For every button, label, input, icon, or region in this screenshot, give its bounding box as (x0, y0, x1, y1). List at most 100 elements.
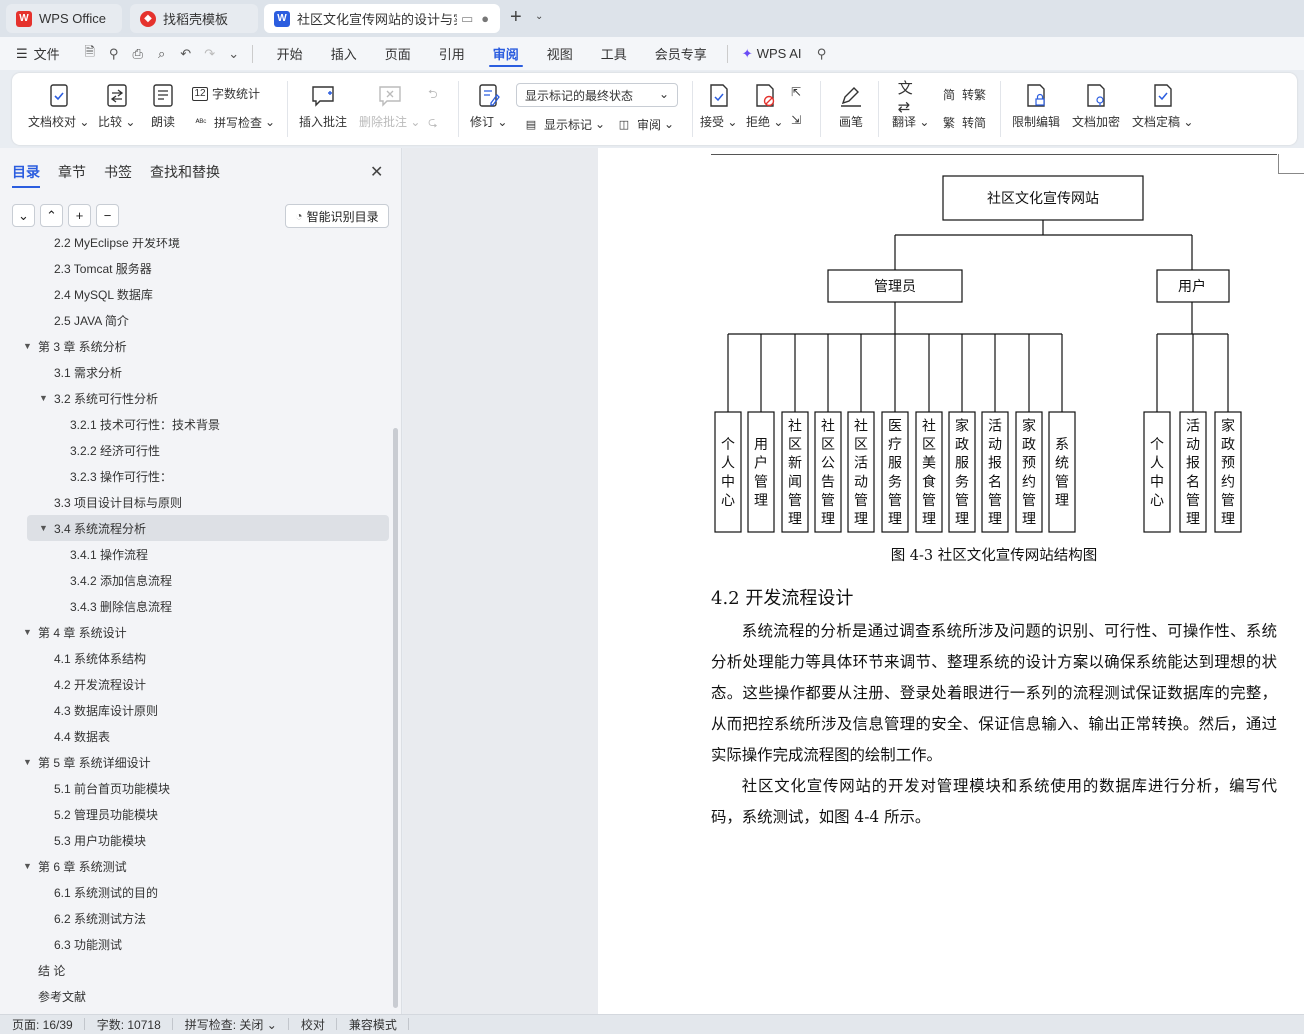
toc-item[interactable]: 3.4.1 操作流程 (70, 543, 148, 565)
toc-item[interactable]: ▼ 第 6 章 系统测试 (23, 855, 127, 877)
toc-item[interactable]: 2.2 MyEclipse 开发环境 (54, 238, 180, 253)
track-changes-button[interactable]: 修订 ⌄ (470, 83, 507, 130)
toc-item[interactable]: ▼ 3.4 系统流程分析 (39, 517, 146, 539)
more-chevron-icon[interactable]: ⌄ (222, 42, 246, 66)
tab-chapters[interactable]: 章节 (58, 162, 86, 182)
tab-toc[interactable]: 目录 (12, 162, 40, 188)
expand-triangle-icon[interactable]: ▼ (23, 861, 32, 871)
toc-item[interactable]: 6.1 系统测试的目的 (54, 881, 158, 903)
expand-triangle-icon[interactable]: ▼ (23, 627, 32, 637)
toc-item[interactable]: 2.5 JAVA 简介 (54, 309, 129, 331)
search-icon[interactable]: ⚲ (810, 42, 834, 66)
finalize-button[interactable]: 文档定稿 ⌄ (1132, 83, 1193, 130)
pen-button[interactable]: 画笔 (838, 83, 864, 130)
toc-scrollbar[interactable] (393, 428, 398, 1008)
expand-triangle-icon[interactable]: ▼ (23, 757, 32, 767)
toc-item[interactable]: 参考文献 (38, 985, 86, 1007)
to-traditional-button[interactable]: 简转繁 (940, 85, 986, 103)
toc-item[interactable]: 4.4 数据表 (54, 725, 110, 747)
prev-comment-icon[interactable]: ⮌ (428, 85, 438, 106)
compare-button[interactable]: 比较 ⌄ (98, 83, 135, 130)
toc-item[interactable]: 结 论 (38, 959, 65, 981)
toc-item[interactable]: 5.3 用户功能模块 (54, 829, 146, 851)
toc-item[interactable]: 3.2.2 经济可行性 (70, 439, 160, 461)
toc-item[interactable]: 4.2 开发流程设计 (54, 673, 146, 695)
menu-start[interactable]: 开始 (263, 37, 317, 70)
word-count-button[interactable]: 12 字数统计 (192, 85, 260, 102)
show-markup-button[interactable]: ▤ 显示标记 ⌄ (522, 115, 605, 133)
markup-state-select[interactable]: 显示标记的最终状态 ⌄ (516, 83, 678, 107)
new-tab-button[interactable]: + (510, 6, 522, 29)
read-aloud-button[interactable]: 朗读 (150, 83, 176, 130)
expand-triangle-icon[interactable]: ▼ (39, 393, 48, 403)
menu-review[interactable]: 审阅 (479, 37, 533, 70)
tab-document[interactable]: W 社区文化宣传网站的设计与实 ▭ ● (264, 4, 500, 33)
toc-item[interactable]: 2.4 MySQL 数据库 (54, 283, 153, 305)
collapse-up-button[interactable]: ⌃ (40, 204, 63, 227)
tab-bookmarks[interactable]: 书签 (104, 162, 132, 182)
delete-comment-button[interactable]: 删除批注 ⌄ (359, 83, 420, 130)
toc-item[interactable]: 4.3 数据库设计原则 (54, 699, 158, 721)
monitor-icon[interactable]: ▭ (461, 11, 473, 27)
toc-item[interactable]: 3.3 项目设计目标与原则 (54, 491, 182, 513)
redo-icon[interactable]: ↷ (198, 42, 222, 66)
menu-insert[interactable]: 插入 (317, 37, 371, 70)
expand-triangle-icon[interactable]: ▼ (39, 523, 48, 533)
remove-heading-button[interactable]: − (96, 204, 119, 227)
toc-item[interactable]: ▼ 第 3 章 系统分析 (23, 335, 127, 357)
add-heading-button[interactable]: + (68, 204, 91, 227)
file-menu[interactable]: ☰ 文件 (8, 37, 68, 70)
menu-view[interactable]: 视图 (533, 37, 587, 70)
save-icon[interactable]: 🗎 (78, 42, 102, 66)
toc-item[interactable]: 3.4.3 删除信息流程 (70, 595, 172, 617)
toc-item[interactable]: ▼ 第 5 章 系统详细设计 (23, 751, 151, 773)
reject-button[interactable]: 拒绝 ⌄ (746, 83, 783, 130)
menu-page[interactable]: 页面 (371, 37, 425, 70)
wps-ai-button[interactable]: ✦ WPS AI (734, 37, 810, 70)
accept-button[interactable]: 接受 ⌄ (700, 83, 737, 130)
toc-item[interactable]: ▼ 第 4 章 系统设计 (23, 621, 127, 643)
tab-find-replace[interactable]: 查找和替换 (150, 162, 220, 182)
prev-change-icon[interactable]: ⇱ (791, 85, 801, 99)
smart-toc-button[interactable]: ◔ 智能识别目录 (285, 204, 389, 228)
print-icon[interactable]: ⎙ (126, 42, 150, 66)
doc-proof-button[interactable]: 文档校对 ⌄ (28, 83, 89, 130)
expand-triangle-icon[interactable]: ▼ (23, 341, 32, 351)
toc-item[interactable]: 3.1 需求分析 (54, 361, 122, 383)
insert-comment-button[interactable]: 插入批注 (299, 83, 347, 130)
proof-status[interactable]: 校对 (289, 1016, 337, 1033)
menu-membership[interactable]: 会员专享 (641, 37, 721, 70)
toc-item[interactable]: 2.3 Tomcat 服务器 (54, 257, 152, 279)
word-count[interactable]: 字数: 10718 (85, 1016, 173, 1033)
print-preview-icon[interactable]: ⌕ (150, 42, 174, 66)
menu-references[interactable]: 引用 (425, 37, 479, 70)
menu-tools[interactable]: 工具 (587, 37, 641, 70)
toc-item[interactable]: 6.2 系统测试方法 (54, 907, 146, 929)
review-pane-button[interactable]: ◫ 审阅 ⌄ (615, 115, 674, 133)
toc-item[interactable]: ▼ 3.2 系统可行性分析 (39, 387, 158, 409)
admin-item-char: 家 (1022, 418, 1036, 435)
toc-item[interactable]: 5.1 前台首页功能模块 (54, 777, 170, 799)
tab-docer-templates[interactable]: ◆ 找稻壳模板 (130, 4, 258, 33)
tab-list-chevron-icon[interactable]: ⌄ (535, 11, 543, 22)
next-comment-icon[interactable]: ⮎ (428, 113, 438, 134)
expand-down-button[interactable]: ⌄ (12, 204, 35, 227)
toc-item[interactable]: 4.1 系统体系结构 (54, 647, 146, 669)
toc-item[interactable]: 6.3 功能测试 (54, 933, 122, 955)
share-icon[interactable]: ⚲ (102, 42, 126, 66)
toc-item[interactable]: 3.2.1 技术可行性：技术背景 (70, 413, 220, 435)
spell-check-button[interactable]: ᴬᴮᶜ 拼写检查 ⌄ (192, 113, 276, 131)
tab-wps-office[interactable]: W WPS Office (6, 4, 122, 33)
close-icon[interactable]: ✕ (370, 162, 383, 182)
page-count[interactable]: 页面: 16/39 (0, 1016, 85, 1033)
spell-check-status[interactable]: 拼写检查: 关闭 ⌄ (173, 1016, 289, 1033)
translate-button[interactable]: 文⇄ 翻译 ⌄ (892, 80, 929, 130)
toc-item[interactable]: 3.2.3 操作可行性： (70, 465, 172, 487)
encrypt-button[interactable]: 文档加密 (1072, 83, 1120, 130)
next-change-icon[interactable]: ⇲ (791, 113, 801, 127)
restrict-edit-button[interactable]: 限制编辑 (1012, 83, 1060, 130)
toc-item[interactable]: 5.2 管理员功能模块 (54, 803, 158, 825)
to-simplified-button[interactable]: 繁转简 (940, 113, 986, 131)
undo-icon[interactable]: ↶ (174, 42, 198, 66)
toc-item[interactable]: 3.4.2 添加信息流程 (70, 569, 172, 591)
